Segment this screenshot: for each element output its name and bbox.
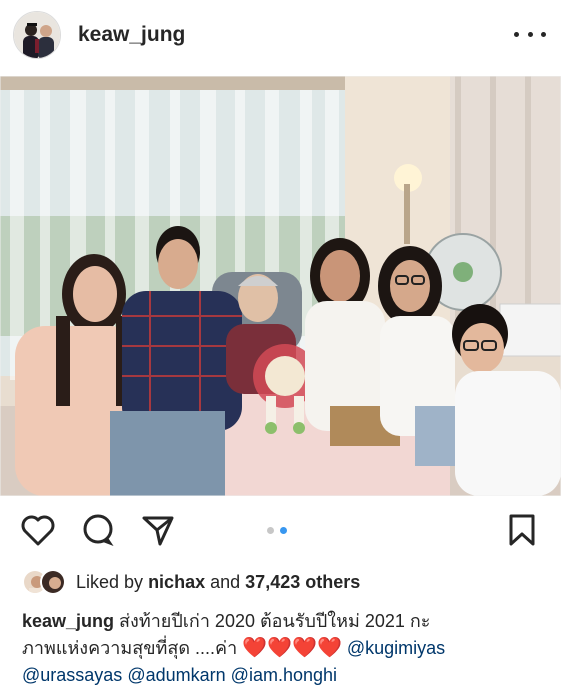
- carousel-dot: [267, 527, 274, 534]
- carousel-dot-active: [280, 527, 287, 534]
- liker-avatar: [40, 569, 66, 595]
- caption-line2: ภาพแห่งความสุขที่สุด ....ค่า: [22, 638, 238, 658]
- mention-link[interactable]: @iam.honghi: [231, 665, 337, 685]
- post-username[interactable]: keaw_jung: [78, 23, 185, 47]
- profile-avatar[interactable]: [13, 11, 61, 59]
- likes-prefix: Liked by: [76, 571, 144, 592]
- carousel-indicator: [267, 527, 287, 534]
- like-heart-icon[interactable]: [18, 510, 58, 550]
- heart-emoji: ❤️: [267, 637, 293, 659]
- post-header: keaw_jung: [0, 0, 561, 76]
- liker-username[interactable]: nichax: [148, 572, 205, 592]
- likes-text: Liked by nichax and 37,423 others: [76, 572, 360, 593]
- more-options-icon[interactable]: [514, 24, 546, 44]
- mention-link[interactable]: @adumkarn: [127, 665, 225, 685]
- mention-link[interactable]: @urassayas: [22, 665, 122, 685]
- share-send-icon[interactable]: [138, 510, 178, 550]
- bookmark-save-icon[interactable]: [502, 510, 542, 550]
- likes-conjunction: and: [210, 571, 241, 592]
- post-photo[interactable]: [0, 76, 561, 496]
- mention-link[interactable]: @kugimiyas: [347, 638, 445, 658]
- post-caption: keaw_jung ส่งท้ายปีเก่า 2020 ต้อนรับปีให…: [22, 608, 552, 689]
- likes-row[interactable]: Liked by nichax and 37,423 others: [22, 568, 360, 596]
- caption-line1: ส่งท้ายปีเก่า 2020 ต้อนรับปีใหม่ 2021 กะ: [119, 611, 431, 631]
- heart-emoji: ❤️: [292, 637, 317, 659]
- heart-emoji: ❤️: [316, 637, 342, 659]
- heart-emoji: ❤️: [242, 637, 268, 659]
- caption-username[interactable]: keaw_jung: [22, 611, 114, 631]
- likes-count[interactable]: 37,423 others: [245, 572, 360, 592]
- comment-bubble-icon[interactable]: [78, 510, 118, 550]
